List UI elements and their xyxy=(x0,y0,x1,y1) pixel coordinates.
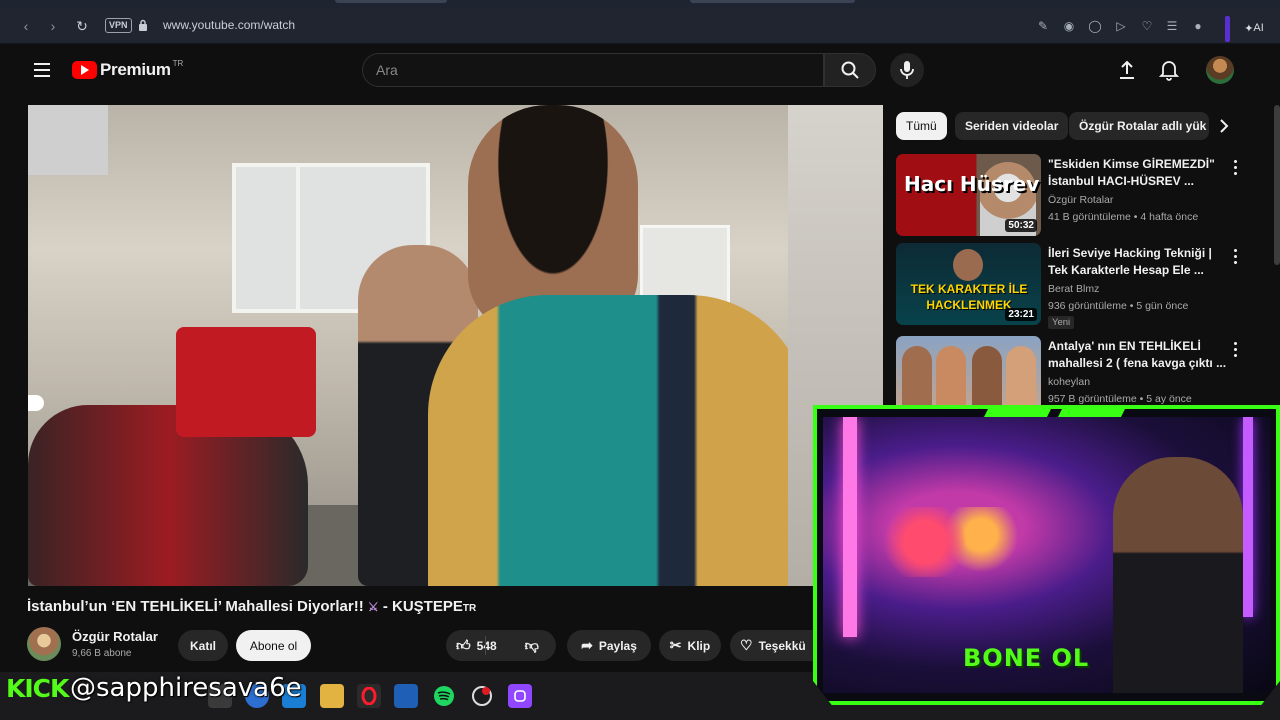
browser-tab[interactable] xyxy=(335,0,447,3)
recommendation-item[interactable]: Hacı Hüsrev 50:32 "Eskiden Kimse GİREMEZ… xyxy=(896,154,1256,236)
recommendation-meta: 957 B görüntüleme • 5 ay önce xyxy=(1048,393,1192,405)
youtube-premium-logo[interactable]: Premium TR xyxy=(72,58,184,80)
super-thanks-icon: ♡ xyxy=(740,637,753,653)
logo-text: Premium xyxy=(100,60,171,79)
scissors-icon: ✂ xyxy=(669,637,682,653)
spotify-icon[interactable] xyxy=(432,684,456,708)
page-scrollbar[interactable] xyxy=(1274,105,1280,265)
thanks-label: Teşekkü xyxy=(758,638,806,653)
video-title-text: İstanbul’un ‘EN TEHLİKELİ’ Mahallesi Diy… xyxy=(27,598,364,615)
video-thumbnail[interactable]: Hacı Hüsrev 50:32 xyxy=(896,154,1041,236)
join-button[interactable]: Katıl xyxy=(178,630,228,661)
duration-badge: 50:32 xyxy=(1005,219,1037,232)
camera-icon[interactable]: ◉ xyxy=(1060,17,1078,35)
ai-button[interactable]: ✦ AI xyxy=(1238,16,1270,40)
thumbs-up-icon[interactable]: 👍︎ xyxy=(456,637,471,654)
recommendation-channel[interactable]: koheylan xyxy=(1048,376,1090,388)
folder-icon[interactable] xyxy=(320,684,344,708)
menu-icon[interactable]: ☰ xyxy=(1163,17,1181,35)
recommendation-title[interactable]: "Eskiden Kimse GİREMEZDİ" İstanbul HACI-… xyxy=(1048,156,1228,190)
twitch-icon[interactable] xyxy=(508,684,532,708)
video-title-suffix: - KUŞTEPE xyxy=(382,598,463,615)
video-title: İstanbul’un ‘EN TEHLİKELİ’ Mahallesi Diy… xyxy=(27,598,476,615)
subscribe-button[interactable]: Abone ol xyxy=(236,630,311,661)
crossed-swords-icon: ⚔ xyxy=(367,600,379,614)
share-arrow-icon: ➦ xyxy=(581,637,593,653)
opera-icon[interactable] xyxy=(357,684,381,708)
webcam-overlay: BONE OL xyxy=(813,405,1280,720)
subscriber-count: 9,66 B abone xyxy=(72,648,132,659)
like-count[interactable]: 548 xyxy=(477,639,497,653)
mail-icon[interactable] xyxy=(394,684,418,708)
address-bar[interactable]: www.youtube.com/watch xyxy=(163,18,295,32)
thumbs-down-icon[interactable]: 👎︎ xyxy=(525,637,539,654)
voice-search-button[interactable] xyxy=(890,53,924,87)
sidebar-indicator xyxy=(1225,16,1230,42)
chip-all[interactable]: Tümü xyxy=(896,112,947,140)
logo-country: TR xyxy=(172,58,184,68)
like-dislike-group: 👍︎ 548 👎︎ xyxy=(446,630,556,661)
shield-icon[interactable]: ◯ xyxy=(1086,17,1104,35)
vpn-badge[interactable]: VPN xyxy=(105,18,132,33)
play-icon[interactable]: ▷ xyxy=(1112,17,1130,35)
youtube-play-icon xyxy=(72,61,97,79)
clip-button[interactable]: ✂ Klip xyxy=(659,630,721,661)
recommendation-meta: 936 görüntüleme • 5 gün önce xyxy=(1048,300,1189,312)
heart-icon[interactable]: ♡ xyxy=(1138,17,1156,35)
sparkle-icon: ✦ xyxy=(1244,22,1254,35)
share-label: Paylaş xyxy=(598,638,637,653)
video-title-sup: TR xyxy=(462,603,477,614)
search-box xyxy=(362,53,824,87)
back-icon[interactable]: ‹ xyxy=(16,16,36,36)
forward-icon[interactable]: › xyxy=(43,16,63,36)
recommendation-meta: 41 B görüntüleme • 4 hafta önce xyxy=(1048,211,1199,223)
channel-name[interactable]: Özgür Rotalar xyxy=(72,629,158,644)
more-options-icon[interactable] xyxy=(1230,158,1240,176)
recommendation-item[interactable]: TEK KARAKTER İLE HACKLENMEK 23:21 İleri … xyxy=(896,243,1256,329)
streamer-handle: @sapphiresava6e xyxy=(70,673,302,703)
channel-avatar[interactable] xyxy=(27,627,61,661)
edit-icon[interactable]: ✎ xyxy=(1034,17,1052,35)
thumbnail-text: Hacı Hüsrev xyxy=(904,172,1040,196)
browser-tab[interactable] xyxy=(690,0,855,3)
like-divider xyxy=(485,636,486,655)
search-input[interactable] xyxy=(363,54,823,86)
more-options-icon[interactable] xyxy=(1230,340,1240,358)
microphone-icon xyxy=(900,61,914,79)
browser-toolbar: ‹ › ↻ VPN www.youtube.com/watch ✎ ◉ ◯ ▷ … xyxy=(0,8,1280,44)
duration-badge: 23:21 xyxy=(1005,308,1037,321)
search-icon xyxy=(841,61,859,79)
upload-icon[interactable] xyxy=(1115,58,1139,82)
share-button[interactable]: ➦ Paylaş xyxy=(567,630,651,661)
subscribe-callout: BONE OL xyxy=(963,644,1090,672)
video-thumbnail[interactable]: TEK KARAKTER İLE HACKLENMEK 23:21 xyxy=(896,243,1041,325)
browser-tab-strip xyxy=(0,0,1280,8)
new-badge: Yeni xyxy=(1048,316,1075,329)
account-avatar[interactable] xyxy=(1206,56,1234,84)
recommendation-channel[interactable]: Berat Blmz xyxy=(1048,283,1099,295)
recommendation-channel[interactable]: Özgür Rotalar xyxy=(1048,194,1113,206)
ai-label: AI xyxy=(1253,22,1264,34)
chip-series-videos[interactable]: Seriden videolar xyxy=(955,112,1069,140)
hamburger-menu-icon[interactable] xyxy=(34,63,50,77)
video-player[interactable] xyxy=(28,105,883,586)
game-launcher-icon[interactable] xyxy=(470,684,494,708)
clip-label: Klip xyxy=(687,638,711,653)
more-options-icon[interactable] xyxy=(1230,247,1240,265)
profile-icon[interactable]: ● xyxy=(1189,17,1207,35)
recommendation-title[interactable]: Antalya' nın EN TEHLİKELİ mahallesi 2 ( … xyxy=(1048,338,1228,372)
notifications-bell-icon[interactable] xyxy=(1157,58,1181,82)
chevron-right-icon[interactable] xyxy=(1210,112,1238,140)
search-button[interactable] xyxy=(824,53,876,87)
kick-logo: KICK xyxy=(6,674,69,703)
recommendation-title[interactable]: İleri Seviye Hacking Tekniği | Tek Karak… xyxy=(1048,245,1228,279)
reload-icon[interactable]: ↻ xyxy=(72,16,92,36)
lock-icon xyxy=(139,19,147,31)
chip-channel-uploads[interactable]: Özgür Rotalar adlı yük xyxy=(1069,112,1209,140)
